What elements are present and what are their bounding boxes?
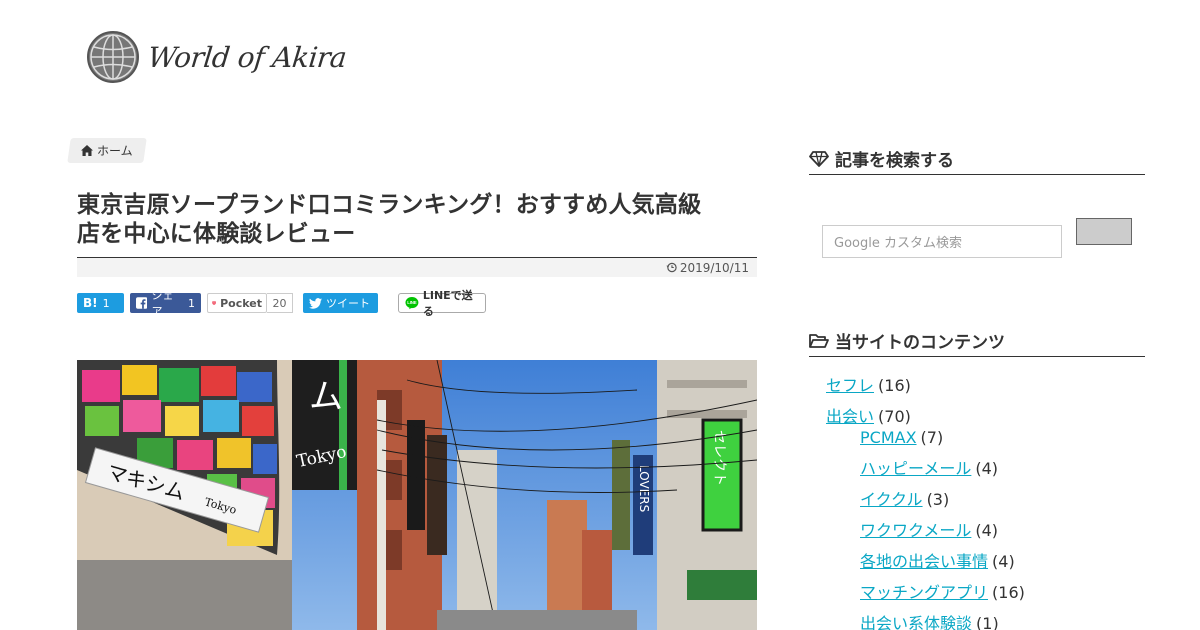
hatena-bookmark-button[interactable]: B! 1 bbox=[77, 293, 124, 313]
category-item: 出会い (70) bbox=[809, 406, 1145, 427]
post-title-line-2: 店を中心に体験談レビュー bbox=[77, 221, 356, 247]
category-count: (16) bbox=[992, 583, 1025, 602]
site-logo[interactable]: World of Akira bbox=[86, 30, 348, 84]
pocket-icon bbox=[212, 301, 216, 305]
tweet-label: ツイート bbox=[326, 297, 370, 310]
facebook-share-button[interactable]: シェア 1 bbox=[130, 289, 201, 318]
category-link-matching-app[interactable]: マッチングアプリ bbox=[860, 583, 988, 602]
svg-text:LINE: LINE bbox=[407, 300, 417, 305]
category-count: (7) bbox=[920, 428, 944, 447]
post-date: 2019/10/11 bbox=[679, 260, 749, 275]
post-date-bar: 2019/10/11 bbox=[77, 257, 757, 277]
main-content: ホーム 東京吉原ソープランド口コミランキング！おすすめ人気高級 店を中心に体験談… bbox=[67, 138, 757, 630]
breadcrumb-home-link[interactable]: ホーム bbox=[97, 142, 133, 159]
category-count: (3) bbox=[926, 490, 950, 509]
featured-image: マキシム Tokyo ム Tokyo LOVERS セレクト bbox=[77, 360, 757, 630]
search-widget-title: 記事を検索する bbox=[809, 146, 1145, 175]
post-title-line-1: 東京吉原ソープランド口コミランキング！おすすめ人気高級 bbox=[77, 192, 702, 218]
category-item: イククル (3) bbox=[809, 489, 1145, 520]
pocket-button[interactable]: Pocket bbox=[207, 293, 267, 313]
sign-lovers: LOVERS bbox=[637, 465, 651, 512]
category-item: マッチングアプリ (16) bbox=[809, 582, 1145, 613]
line-share-label: LINEで送る bbox=[422, 289, 473, 318]
category-item: PCMAX (7) bbox=[809, 427, 1145, 458]
breadcrumb[interactable]: ホーム bbox=[67, 138, 147, 163]
category-link-pcmax[interactable]: PCMAX bbox=[860, 428, 917, 447]
category-list: セフレ (16) 出会い (70) PCMAX (7) ハッピーメール (4) イククル… bbox=[809, 375, 1145, 630]
category-count: (70) bbox=[878, 407, 911, 426]
category-count: (4) bbox=[975, 459, 999, 478]
diamond-icon bbox=[809, 150, 829, 167]
category-count: (4) bbox=[992, 552, 1015, 571]
twitter-bird-icon bbox=[309, 297, 322, 309]
category-count: (4) bbox=[975, 521, 999, 540]
category-link-experience[interactable]: 出会い系体験談 bbox=[860, 614, 972, 630]
contents-widget-title: 当サイトのコンテンツ bbox=[809, 328, 1145, 357]
facebook-icon bbox=[136, 297, 148, 309]
facebook-share-count: 1 bbox=[188, 296, 195, 310]
street-photo: マキシム Tokyo ム Tokyo LOVERS セレクト bbox=[77, 360, 757, 630]
hatena-count: 1 bbox=[102, 296, 110, 310]
category-link-happymail[interactable]: ハッピーメール bbox=[860, 459, 971, 478]
category-count: (1) bbox=[976, 614, 999, 630]
category-item: 各地の出会い事情 (4) bbox=[809, 551, 1145, 582]
sidebar: 記事を検索する Google カスタム検索 当サイトのコンテンツ セフレ (16)… bbox=[809, 146, 1145, 630]
category-item: 出会い系体験談 (1) bbox=[809, 613, 1145, 630]
contents-widget-title-text: 当サイトのコンテンツ bbox=[835, 333, 1005, 353]
tweet-button[interactable]: ツイート bbox=[303, 293, 378, 313]
category-link-wakuwakumail[interactable]: ワクワクメール bbox=[860, 521, 971, 540]
google-custom-search-input[interactable]: Google カスタム検索 bbox=[822, 225, 1062, 258]
search-form: Google カスタム検索 bbox=[809, 218, 1145, 258]
category-link-sefure[interactable]: セフレ bbox=[826, 376, 874, 395]
line-share-button[interactable]: LINE LINEで送る bbox=[398, 289, 486, 318]
site-logo-text: World of Akira bbox=[146, 40, 348, 74]
search-widget-title-text: 記事を検索する bbox=[835, 151, 954, 171]
category-item: ワクワクメール (4) bbox=[809, 520, 1145, 551]
category-item: セフレ (16) bbox=[809, 375, 1145, 406]
category-item: ハッピーメール (4) bbox=[809, 458, 1145, 489]
home-icon bbox=[81, 145, 93, 156]
sign-mu: ム bbox=[309, 377, 343, 417]
pocket-label: Pocket bbox=[220, 296, 262, 310]
search-placeholder: Google カスタム検索 bbox=[834, 236, 962, 251]
search-button[interactable] bbox=[1076, 218, 1132, 245]
category-link-ikukuru[interactable]: イククル bbox=[860, 490, 923, 509]
sign-select: セレクト bbox=[711, 430, 727, 486]
category-link-deai[interactable]: 出会い bbox=[826, 407, 874, 426]
category-count: (16) bbox=[878, 376, 911, 395]
share-buttons: B! 1 シェア 1 Pocket 20 ツイート LINE LINEで送る bbox=[77, 289, 757, 318]
facebook-share-label: シェア bbox=[151, 289, 174, 318]
globe-icon bbox=[87, 31, 139, 83]
pocket-count: 20 bbox=[267, 293, 293, 313]
category-link-regional-deai[interactable]: 各地の出会い事情 bbox=[860, 552, 988, 571]
folder-open-icon bbox=[809, 333, 829, 348]
history-icon bbox=[666, 262, 677, 273]
post-title: 東京吉原ソープランド口コミランキング！おすすめ人気高級 店を中心に体験談レビュー bbox=[77, 191, 757, 249]
line-icon: LINE bbox=[405, 297, 419, 310]
hatena-logo: B! bbox=[83, 296, 98, 310]
